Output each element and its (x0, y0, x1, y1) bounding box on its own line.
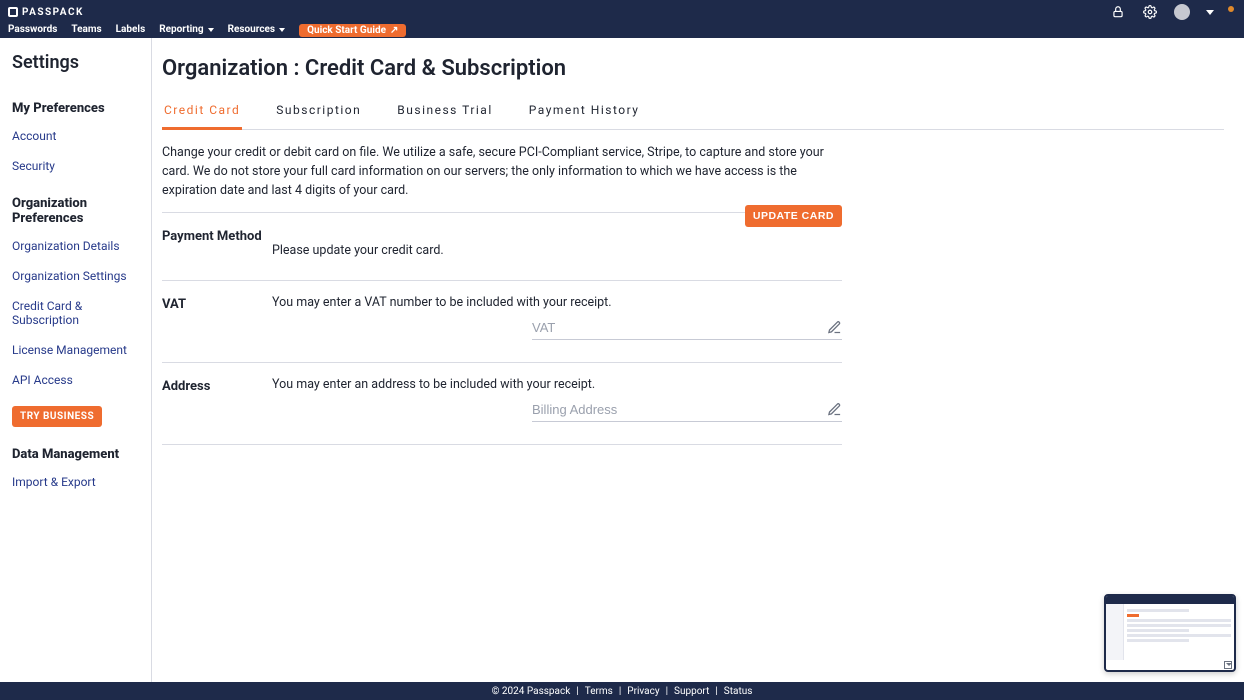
content: Organization : Credit Card & Subscriptio… (152, 38, 1244, 682)
footer-link-label: Terms (585, 686, 613, 697)
footer-sep: | (619, 686, 621, 697)
tab-label: Subscription (276, 103, 361, 117)
nav-passwords[interactable]: Passwords (8, 24, 57, 35)
tab-label: Credit Card (164, 103, 240, 117)
tab-credit-card[interactable]: Credit Card (162, 95, 242, 130)
tab-subscription[interactable]: Subscription (274, 95, 363, 129)
brand-name: PASSPACK (22, 7, 84, 18)
chevron-down-icon[interactable] (1206, 10, 1214, 15)
navbar: Passwords Teams Labels Reporting Resourc… (0, 24, 1244, 38)
quick-start-button[interactable]: Quick Start Guide ↗ (299, 24, 406, 37)
nav-teams-label: Teams (71, 24, 101, 35)
sidebar-heading-org-prefs: Organization Preferences (12, 196, 139, 226)
sidebar-title: Settings (12, 52, 139, 73)
try-business-label: TRY BUSINESS (20, 411, 94, 422)
tab-label: Payment History (529, 103, 640, 117)
row-help: You may enter an address to be included … (272, 377, 842, 392)
footer-link-label: Status (724, 686, 753, 697)
brand: PASSPACK (8, 7, 84, 18)
avatar[interactable] (1174, 4, 1190, 20)
nav-teams[interactable]: Teams (71, 24, 101, 35)
page-title: Organization : Credit Card & Subscriptio… (162, 56, 1224, 81)
topbar-actions (1110, 4, 1236, 20)
sidebar-item-label: Organization Settings (12, 269, 127, 283)
nav-labels[interactable]: Labels (116, 24, 146, 35)
sidebar-item-security[interactable]: Security (12, 156, 139, 176)
footer-link-label: Support (674, 686, 709, 697)
sidebar-item-org-details[interactable]: Organization Details (12, 236, 139, 256)
footer-link-support[interactable]: Support (674, 686, 709, 697)
nav-reporting-label: Reporting (159, 24, 203, 35)
footer-link-label: Privacy (627, 686, 659, 697)
nav-resources-label: Resources (228, 24, 276, 35)
sidebar-item-label: Organization Details (12, 239, 120, 253)
footer-copyright: © 2024 Passpack (492, 686, 571, 697)
footer-sep: | (715, 686, 717, 697)
sidebar-item-label: API Access (12, 373, 73, 387)
vat-input[interactable] (532, 320, 817, 335)
nav-resources[interactable]: Resources (228, 24, 286, 35)
footer-link-privacy[interactable]: Privacy (627, 686, 659, 697)
chevron-down-icon (208, 28, 214, 32)
footer-link-status[interactable]: Status (724, 686, 753, 697)
tab-label: Business Trial (397, 103, 492, 117)
sidebar-item-license[interactable]: License Management (12, 340, 139, 360)
intro-text: Change your credit or debit card on file… (162, 144, 842, 200)
sidebar-item-cc-subscription[interactable]: Credit Card & Subscription (12, 296, 139, 330)
row-help: You may enter a VAT number to be include… (272, 295, 842, 310)
mini-preview-widget[interactable] (1104, 594, 1236, 672)
sidebar-item-label: Credit Card & Subscription (12, 299, 82, 327)
try-business-button[interactable]: TRY BUSINESS (12, 406, 102, 427)
tab-payment-history[interactable]: Payment History (527, 95, 642, 129)
row-address: Address You may enter an address to be i… (162, 362, 842, 445)
sidebar-heading-data-mgmt: Data Management (12, 447, 139, 462)
sidebar-item-label: Security (12, 159, 55, 173)
chevron-down-icon[interactable] (1224, 661, 1232, 669)
sidebar: Settings My Preferences Account Security… (0, 38, 152, 682)
row-label: VAT (162, 295, 272, 340)
tab-business-trial[interactable]: Business Trial (395, 95, 494, 129)
sidebar-heading-my-prefs: My Preferences (12, 101, 139, 116)
footer-sep: | (666, 686, 668, 697)
sidebar-item-label: Import & Export (12, 475, 96, 489)
topbar: PASSPACK (0, 0, 1244, 24)
lock-icon[interactable] (1110, 4, 1126, 20)
sidebar-item-api-access[interactable]: API Access (12, 370, 139, 390)
notification-indicator[interactable] (1230, 4, 1236, 20)
footer-link-terms[interactable]: Terms (585, 686, 613, 697)
sidebar-item-import-export[interactable]: Import & Export (12, 472, 139, 492)
nav-passwords-label: Passwords (8, 24, 57, 35)
nav-labels-label: Labels (116, 24, 146, 35)
quick-start-label: Quick Start Guide (307, 25, 386, 36)
billing-address-input[interactable] (532, 402, 817, 417)
subtabs: Credit Card Subscription Business Trial … (162, 95, 1224, 130)
brand-logo-icon (8, 7, 18, 17)
gear-icon[interactable] (1142, 4, 1158, 20)
external-link-icon: ↗ (390, 25, 398, 36)
notification-dot-icon (1228, 6, 1234, 12)
chevron-down-icon (279, 28, 285, 32)
row-label: Address (162, 377, 272, 422)
update-card-button[interactable]: UPDATE CARD (745, 205, 842, 227)
sidebar-item-org-settings[interactable]: Organization Settings (12, 266, 139, 286)
footer: © 2024 Passpack | Terms | Privacy | Supp… (0, 682, 1244, 700)
row-label: Payment Method (162, 227, 272, 258)
pencil-icon[interactable] (827, 320, 842, 335)
nav-reporting[interactable]: Reporting (159, 24, 213, 35)
sidebar-item-account[interactable]: Account (12, 126, 139, 146)
row-help: Please update your credit card. (272, 243, 842, 258)
row-payment-method: Payment Method UPDATE CARD Please update… (162, 212, 842, 280)
update-card-label: UPDATE CARD (753, 210, 834, 222)
sidebar-item-label: License Management (12, 343, 127, 357)
pencil-icon[interactable] (827, 402, 842, 417)
sidebar-item-label: Account (12, 129, 56, 143)
footer-sep: | (576, 686, 578, 697)
row-vat: VAT You may enter a VAT number to be inc… (162, 280, 842, 362)
